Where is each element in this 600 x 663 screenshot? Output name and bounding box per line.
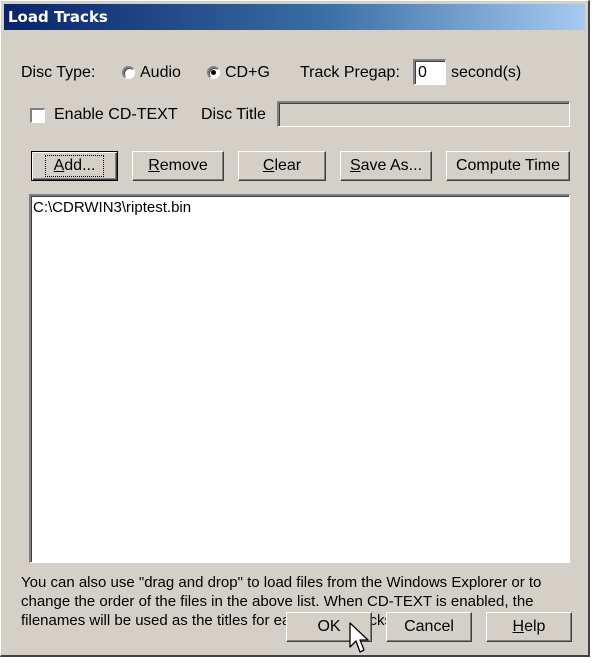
remove-button[interactable]: Remove bbox=[132, 151, 224, 181]
list-item[interactable]: C:\CDRWIN3\riptest.bin bbox=[31, 196, 569, 219]
disc-title-input[interactable] bbox=[277, 101, 570, 127]
track-pregap-label: Track Pregap: bbox=[300, 64, 400, 81]
load-tracks-dialog: Load Tracks Disc Type: Audio CD+G Track … bbox=[0, 0, 590, 657]
cancel-button[interactable]: Cancel bbox=[386, 612, 472, 642]
enable-cdtext-label[interactable]: Enable CD-TEXT bbox=[54, 106, 178, 124]
audio-radio[interactable] bbox=[122, 66, 135, 79]
cdg-radio-label[interactable]: CD+G bbox=[225, 64, 270, 82]
audio-radio-label[interactable]: Audio bbox=[140, 64, 181, 82]
add-button[interactable]: Add... bbox=[31, 151, 118, 181]
save-as-button[interactable]: Save As... bbox=[340, 151, 432, 181]
enable-cdtext-checkbox[interactable] bbox=[30, 108, 45, 123]
disc-title-label: Disc Title bbox=[201, 106, 266, 123]
add-button-focus: Add... bbox=[44, 155, 105, 177]
compute-time-button[interactable]: Compute Time bbox=[446, 151, 570, 181]
clear-button[interactable]: Clear bbox=[238, 151, 326, 181]
help-button[interactable]: Help bbox=[486, 612, 572, 642]
cdg-radio[interactable] bbox=[207, 66, 220, 79]
disc-type-label: Disc Type: bbox=[21, 64, 96, 81]
track-file-list[interactable]: C:\CDRWIN3\riptest.bin bbox=[29, 194, 570, 563]
pregap-unit-label: second(s) bbox=[451, 64, 522, 81]
window-title: Load Tracks bbox=[4, 4, 585, 30]
track-pregap-input[interactable]: 0 bbox=[413, 59, 446, 85]
arrow-cursor-icon bbox=[349, 622, 369, 653]
